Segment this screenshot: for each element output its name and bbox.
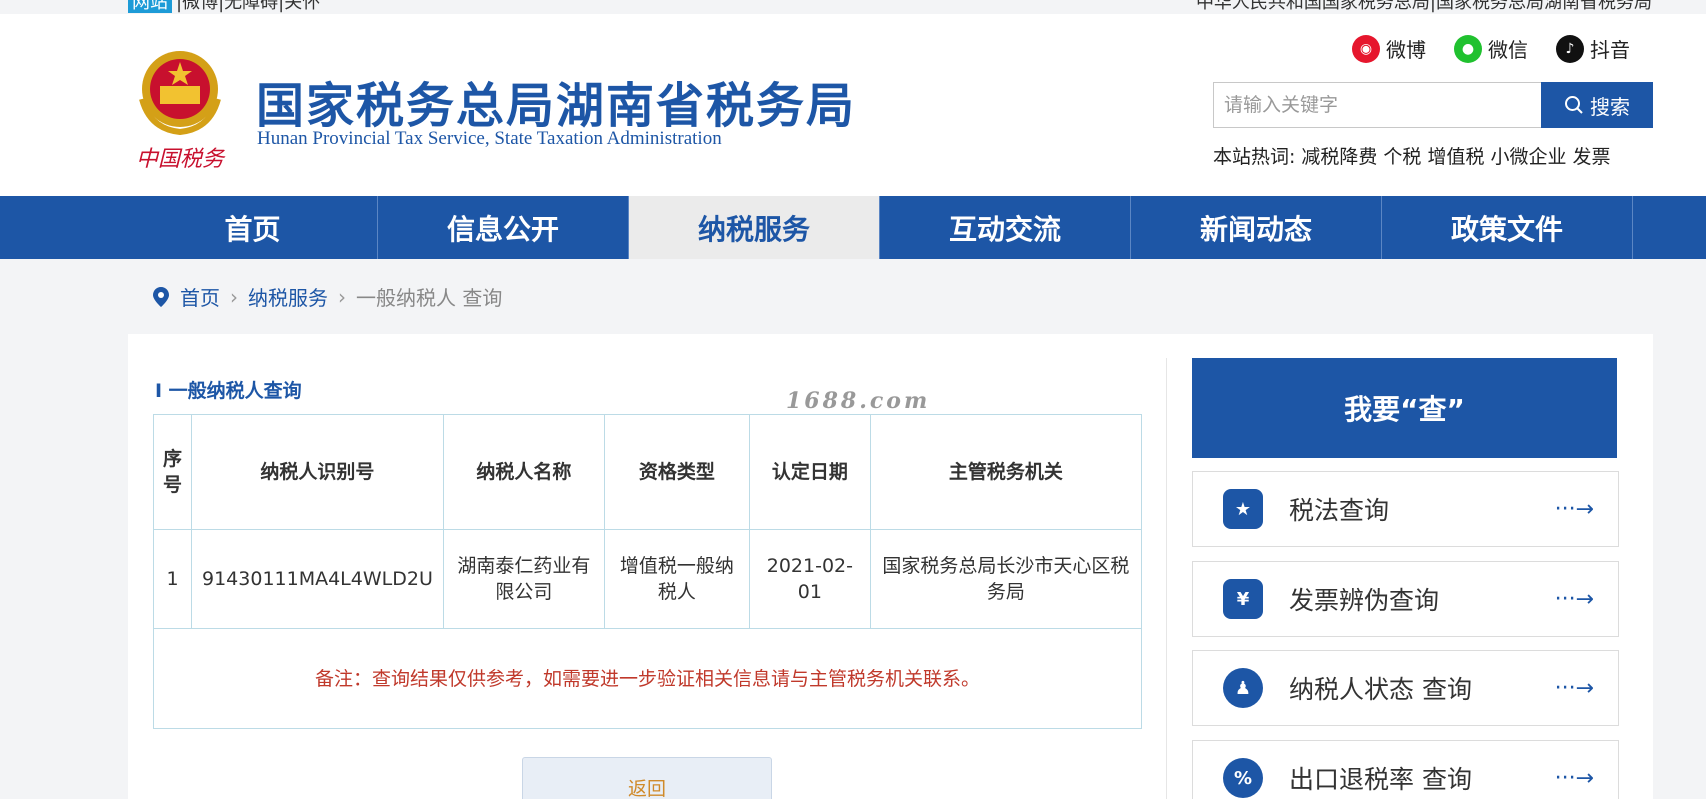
social-douyin[interactable]: ♪ 抖音 (1556, 34, 1630, 63)
arrow-right-icon: ···→ (1554, 675, 1594, 701)
back-button[interactable]: 返回 (522, 757, 772, 799)
search-button-label: 搜索 (1590, 94, 1630, 119)
search-button[interactable]: 搜索 (1541, 82, 1653, 128)
cell-taxpayer-id: 91430111MA4L4WLD2U (191, 529, 444, 629)
panel-divider (1166, 358, 1167, 799)
nav-item-home[interactable]: 首页 (128, 196, 378, 259)
search-icon (1565, 96, 1583, 114)
cell-qualification: 增值税一般纳税人 (603, 529, 750, 629)
cell-authority: 国家税务总局长沙市天心区税务局 (869, 529, 1143, 629)
search-bar: 搜索 (1213, 82, 1653, 128)
top-utility-links[interactable]: |微博|无障碍|关怀 (176, 0, 320, 13)
breadcrumb-separator: › (338, 284, 346, 309)
hot-words-label: 本站热词: (1213, 146, 1296, 168)
breadcrumb-current: 一般纳税人 查询 (356, 286, 503, 310)
watermark-text: 1688.com (786, 388, 931, 414)
social-weibo-label: 微博 (1386, 38, 1426, 62)
taxpayer-search-icon: ♟ (1223, 668, 1263, 708)
percent-icon: % (1223, 758, 1263, 798)
arrow-right-icon: ···→ (1554, 496, 1594, 522)
cell-date: 2021-02-01 (748, 529, 871, 629)
nav-item-policy[interactable]: 政策文件 (1382, 196, 1633, 259)
search-input[interactable] (1213, 82, 1541, 128)
breadcrumb-tax-service[interactable]: 纳税服务 (248, 282, 328, 311)
table-row: 1 91430111MA4L4WLD2U 湖南泰仁药业有限公司 增值税一般纳税人… (153, 529, 1143, 629)
col-header-taxpayer-name: 纳税人名称 (442, 414, 605, 530)
col-header-authority: 主管税务机关 (869, 414, 1143, 530)
hot-word[interactable]: 发票 (1572, 146, 1610, 168)
sidebar-item-label: 发票辨伪查询 (1289, 586, 1440, 615)
social-douyin-label: 抖音 (1590, 38, 1630, 62)
location-pin-icon (153, 286, 169, 307)
site-header: 中国税务 国家税务总局湖南省税务局 Hunan Provincial Tax S… (0, 14, 1706, 196)
top-utility-left: 网站 |微博|无障碍|关怀 (128, 0, 320, 14)
sidebar-title: 我要“查” (1192, 358, 1617, 458)
hot-words: 本站热词: 减税降费 个税 增值税 小微企业 发票 (1213, 142, 1616, 169)
result-table: 序号 纳税人识别号 纳税人名称 资格类型 认定日期 主管税务机关 1 91430… (153, 414, 1143, 729)
social-weibo[interactable]: ◉ 微博 (1352, 34, 1426, 63)
breadcrumb-separator: › (230, 284, 238, 309)
breadcrumb-home[interactable]: 首页 (180, 282, 220, 311)
douyin-icon: ♪ (1556, 34, 1584, 63)
yuan-invoice-icon: ¥ (1223, 579, 1263, 619)
site-title: 国家税务总局湖南省税务局 (256, 78, 857, 134)
sidebar-item-taxpayer-status[interactable]: ♟ 纳税人状态 查询 ···→ (1192, 650, 1619, 726)
sidebar-item-invoice-check[interactable]: ¥ 发票辨伪查询 ···→ (1192, 561, 1619, 637)
col-header-index: 序号 (153, 414, 192, 530)
cell-taxpayer-name: 湖南泰仁药业有限公司 (442, 529, 605, 629)
sidebar-item-label: 出口退税率 查询 (1289, 765, 1472, 794)
table-note: 备注：查询结果仅供参考，如需要进一步验证相关信息请与主管税务机关联系。 (153, 628, 1142, 729)
col-header-taxpayer-id: 纳税人识别号 (191, 414, 444, 530)
nav-item-info[interactable]: 信息公开 (378, 196, 629, 259)
law-book-icon: ★ (1223, 489, 1263, 529)
hot-word[interactable]: 个税 (1383, 146, 1421, 168)
col-header-date: 认定日期 (748, 414, 871, 530)
col-header-qualification: 资格类型 (603, 414, 750, 530)
table-header-row: 序号 纳税人识别号 纳税人名称 资格类型 认定日期 主管税务机关 (153, 414, 1143, 530)
sidebar-item-export-rebate[interactable]: % 出口退税率 查询 ···→ (1192, 740, 1619, 799)
nav-item-tax-service[interactable]: 纳税服务 (629, 196, 880, 259)
table-note-row: 备注：查询结果仅供参考，如需要进一步验证相关信息请与主管税务机关联系。 (153, 628, 1142, 729)
social-wechat-label: 微信 (1488, 38, 1528, 62)
arrow-right-icon: ···→ (1554, 765, 1594, 791)
hot-word[interactable]: 增值税 (1427, 146, 1484, 168)
sidebar-item-tax-law[interactable]: ★ 税法查询 ···→ (1192, 471, 1619, 547)
top-utility-tag[interactable]: 网站 (128, 0, 172, 13)
social-wechat[interactable]: ● 微信 (1454, 34, 1528, 63)
weibo-icon: ◉ (1352, 34, 1380, 63)
top-utility-right[interactable]: 中华人民共和国国家税务总局|国家税务总局湖南省税务局 (1196, 0, 1652, 14)
nav-item-news[interactable]: 新闻动态 (1131, 196, 1382, 259)
top-utility-bar: 网站 |微博|无障碍|关怀 中华人民共和国国家税务总局|国家税务总局湖南省税务局 (0, 0, 1706, 14)
site-subtitle: Hunan Provincial Tax Service, State Taxa… (257, 128, 722, 149)
social-links: ◉ 微博 ● 微信 ♪ 抖音 (1352, 34, 1630, 63)
cell-index: 1 (153, 529, 192, 629)
arrow-right-icon: ···→ (1554, 586, 1594, 612)
main-nav: 首页 信息公开 纳税服务 互动交流 新闻动态 政策文件 (0, 196, 1706, 259)
national-emblem-logo[interactable]: 中国税务 (130, 44, 230, 174)
sidebar-item-label: 税法查询 (1289, 496, 1390, 525)
emblem-text: 中国税务 (136, 147, 226, 172)
breadcrumb: 首页 › 纳税服务 › 一般纳税人 查询 (152, 282, 502, 311)
nav-item-interaction[interactable]: 互动交流 (880, 196, 1131, 259)
hot-word[interactable]: 减税降费 (1301, 146, 1377, 168)
section-title: I 一般纳税人查询 (155, 380, 302, 402)
sidebar-item-label: 纳税人状态 查询 (1289, 675, 1472, 704)
wechat-icon: ● (1454, 34, 1482, 63)
hot-word[interactable]: 小微企业 (1490, 146, 1566, 168)
